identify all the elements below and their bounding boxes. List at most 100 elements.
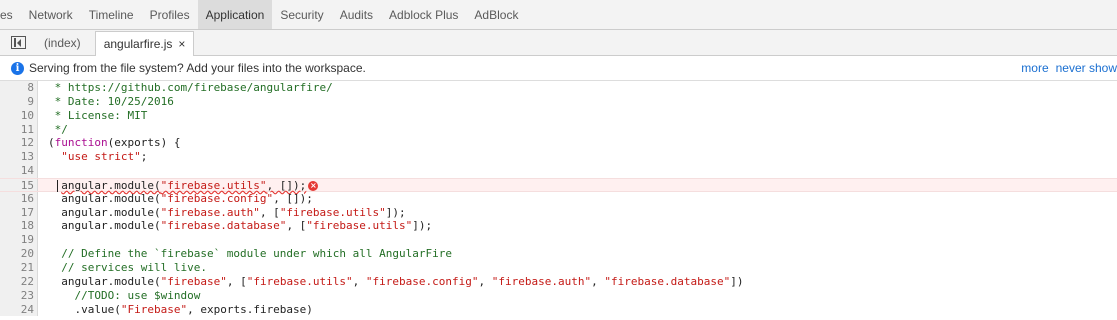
code-token: , [ <box>226 274 247 288</box>
code-line[interactable]: 13 "use strict"; <box>0 150 1117 165</box>
tab-profiles[interactable]: Profiles <box>142 0 198 29</box>
code-token: //TODO: use $window <box>48 288 201 302</box>
line-number[interactable]: 22 <box>0 274 38 289</box>
line-number[interactable]: 20 <box>0 247 38 261</box>
code-line[interactable]: 23 //TODO: use $window <box>0 288 1117 303</box>
code-token: ]) <box>730 274 744 288</box>
code-token: , <box>478 274 492 288</box>
line-number[interactable]: 23 <box>0 288 38 303</box>
code-line[interactable]: 11 */ <box>0 122 1117 137</box>
code-token: angular.module( <box>48 205 161 219</box>
close-icon[interactable]: × <box>178 37 185 51</box>
code-token: "firebase.utils" <box>160 178 267 192</box>
code-token: "firebase.utils" <box>306 219 413 233</box>
code-token: angular.module( <box>48 219 161 233</box>
tab-application[interactable]: Application <box>197 0 273 29</box>
line-number[interactable]: 18 <box>0 219 38 234</box>
code-text: .value("Firebase", exports.firebase) <box>48 302 313 317</box>
tab-adblock[interactable]: AdBlock <box>466 0 526 29</box>
code-line[interactable]: 16 angular.module("firebase.config", [])… <box>0 191 1117 206</box>
file-tab-label: angularfire.js <box>103 37 173 51</box>
file-tab-angularfire[interactable]: angularfire.js × <box>94 31 195 56</box>
code-token: .value( <box>48 302 121 316</box>
code-line[interactable]: 12 (function(exports) { <box>0 136 1117 151</box>
code-token: "firebase.database" <box>160 219 287 233</box>
code-text: (function(exports) { <box>48 136 180 150</box>
never-show-link[interactable]: never show <box>1056 61 1117 75</box>
code-token: ; <box>140 150 148 164</box>
code-line[interactable]: 17 angular.module("firebase.auth", ["fir… <box>0 205 1117 220</box>
code-token: * Date: 10/25/2016 <box>48 94 174 108</box>
code-token: "use strict" <box>61 150 141 164</box>
code-token: , []); <box>273 191 313 205</box>
code-token: , []); <box>266 178 307 192</box>
code-line[interactable]: 18 angular.module("firebase.database", [… <box>0 219 1117 234</box>
tab-audits[interactable]: Audits <box>332 0 381 29</box>
line-number[interactable]: 9 <box>0 94 38 109</box>
line-number[interactable]: 8 <box>0 81 38 95</box>
tab-adblock-plus[interactable]: Adblock Plus <box>381 0 466 29</box>
code-text: angular.module("firebase.utils", []); × <box>48 178 319 193</box>
code-token: "firebase.auth" <box>491 274 592 288</box>
code-editor[interactable]: 8 * https://github.com/firebase/angularf… <box>0 81 1117 320</box>
line-number[interactable]: 10 <box>0 108 38 123</box>
error-icon[interactable]: × <box>308 180 319 191</box>
code-line[interactable]: 15 angular.module("firebase.utils", []);… <box>0 177 1117 193</box>
toggle-navigator-icon[interactable] <box>11 36 26 49</box>
code-text: angular.module("firebase.auth", ["fireba… <box>48 205 405 220</box>
line-number[interactable]: 24 <box>0 302 38 317</box>
code-line[interactable]: 24 .value("Firebase", exports.firebase) <box>0 302 1117 317</box>
code-line[interactable]: 8 * https://github.com/firebase/angularf… <box>0 81 1117 95</box>
code-token: , [ <box>286 219 307 233</box>
code-line[interactable]: 14 <box>0 164 1117 178</box>
code-token: angular.module( <box>48 191 161 205</box>
code-token: , exports.firebase) <box>187 302 313 316</box>
code-text: // services will live. <box>48 261 207 275</box>
line-number[interactable]: 17 <box>0 205 38 220</box>
line-number[interactable]: 19 <box>0 233 38 248</box>
tab-rces[interactable]: rces <box>0 0 21 29</box>
workspace-infobar: i Serving from the file system? Add your… <box>0 56 1117 81</box>
code-token: // services will live. <box>48 260 207 274</box>
tab-network[interactable]: Network <box>21 0 81 29</box>
code-token: "firebase.config" <box>365 274 479 288</box>
code-token: ]); <box>412 219 433 233</box>
code-token: ( <box>48 136 55 150</box>
code-token: , <box>352 274 366 288</box>
line-number[interactable]: 14 <box>0 164 38 178</box>
line-number[interactable]: 16 <box>0 191 38 206</box>
tab-timeline[interactable]: Timeline <box>81 0 142 29</box>
code-line[interactable]: 21 // services will live. <box>0 260 1117 275</box>
line-number[interactable]: 11 <box>0 122 38 137</box>
code-token: (exports) { <box>107 136 181 150</box>
line-number[interactable]: 21 <box>0 260 38 275</box>
code-text: */ <box>48 123 68 137</box>
line-number[interactable]: 15 <box>0 178 38 192</box>
line-number[interactable]: 12 <box>0 136 38 151</box>
file-tabs-bar: (index) angularfire.js × <box>0 30 1117 56</box>
code-text: * Date: 10/25/2016 <box>48 95 174 109</box>
more-link[interactable]: more <box>1021 61 1048 75</box>
code-line[interactable]: 19 <box>0 233 1117 248</box>
code-token: angular.module( <box>61 178 161 192</box>
code-line[interactable]: 22 angular.module("firebase", ["firebase… <box>0 274 1117 289</box>
file-tab-index[interactable]: (index) <box>36 31 89 55</box>
line-number[interactable]: 13 <box>0 150 38 165</box>
tab-security[interactable]: Security <box>272 0 331 29</box>
code-text: // Define the `firebase` module under wh… <box>48 247 452 261</box>
code-token: , <box>591 274 605 288</box>
code-text: "use strict"; <box>48 150 147 164</box>
code-token: "Firebase" <box>120 302 188 316</box>
code-token: * https://github.com/firebase/angularfir… <box>48 81 333 94</box>
code-text: * https://github.com/firebase/angularfir… <box>48 81 333 95</box>
code-text: angular.module("firebase", ["firebase.ut… <box>48 275 743 289</box>
code-token: "firebase.auth" <box>160 205 260 219</box>
info-icon: i <box>11 61 24 75</box>
code-token: function <box>54 136 108 150</box>
code-line[interactable]: 20 // Define the `firebase` module under… <box>0 247 1117 261</box>
code-line[interactable]: 10 * License: MIT <box>0 108 1117 123</box>
code-text: angular.module("firebase.config", []); <box>48 192 313 206</box>
code-line[interactable]: 9 * Date: 10/25/2016 <box>0 94 1117 109</box>
code-token: "firebase.utils" <box>246 274 353 288</box>
